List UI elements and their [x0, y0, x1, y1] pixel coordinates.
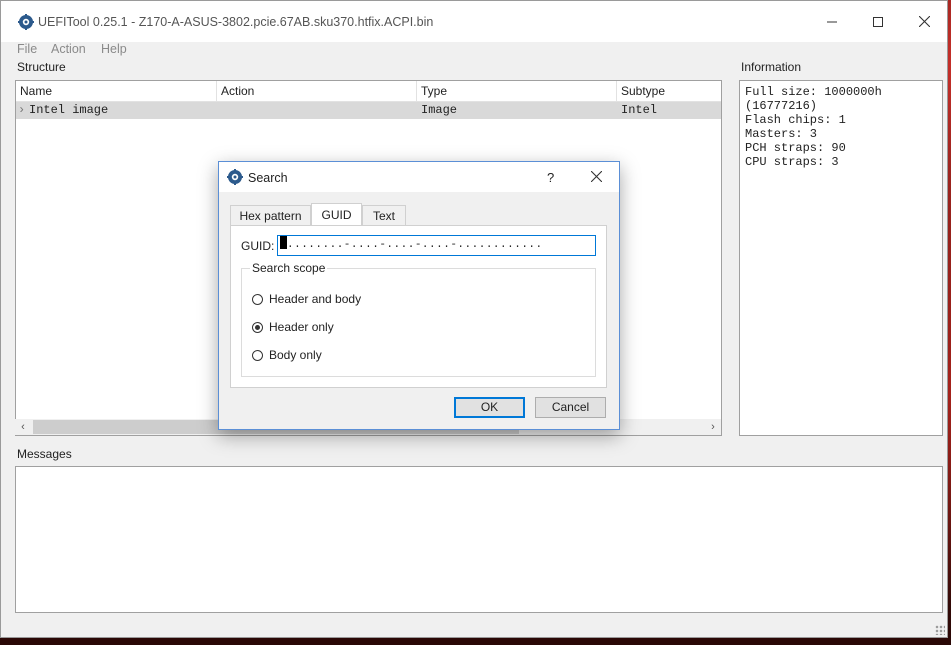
info-line: Masters: 3	[745, 127, 818, 141]
dialog-title-bar[interactable]: Search ?	[219, 162, 619, 192]
info-line: PCH straps: 90	[745, 141, 846, 155]
ok-button[interactable]: OK	[454, 397, 525, 418]
information-label: Information	[741, 60, 802, 74]
menu-bar: File Action Help	[1, 42, 947, 60]
column-header-subtype[interactable]: Subtype	[617, 81, 722, 101]
info-line: Flash chips: 1	[745, 113, 846, 127]
guid-input[interactable]: ........-....-....-....-............	[277, 235, 596, 256]
title-bar[interactable]: UEFITool 0.25.1 - Z170-A-ASUS-3802.pcie.…	[1, 1, 947, 42]
tree-header: Name Action Type Subtype	[16, 81, 721, 102]
help-icon[interactable]: ?	[547, 170, 554, 185]
search-dialog: Search ? Hex pattern GUID Text GUID: ...…	[218, 161, 620, 430]
info-line: Full size: 1000000h	[745, 85, 882, 99]
structure-label: Structure	[17, 60, 66, 74]
tab-hex-pattern[interactable]: Hex pattern	[230, 205, 311, 225]
uefitool-icon	[227, 169, 243, 185]
maximize-icon	[873, 16, 883, 27]
tab-guid[interactable]: GUID	[311, 203, 362, 226]
guid-label: GUID:	[241, 239, 275, 253]
close-button[interactable]	[901, 1, 947, 42]
guid-tab-panel: GUID: ........-....-....-....-..........…	[230, 225, 607, 388]
tree-row[interactable]: › Intel image Image Intel	[16, 102, 721, 119]
messages-panel[interactable]	[15, 466, 943, 613]
close-icon	[918, 16, 930, 27]
search-scope-group: Search scope Header and body Header only…	[241, 261, 596, 377]
expand-chevron-icon[interactable]: ›	[18, 102, 25, 119]
menu-file[interactable]: File	[17, 42, 37, 56]
radio-button-checked[interactable]	[252, 321, 263, 333]
dialog-title: Search	[248, 171, 288, 185]
tab-text[interactable]: Text	[362, 205, 406, 225]
info-line: CPU straps: 3	[745, 155, 839, 169]
radio-button[interactable]	[252, 293, 263, 305]
radio-body-only[interactable]: Body only	[252, 347, 322, 363]
minimize-icon	[827, 21, 837, 22]
radio-button[interactable]	[252, 349, 263, 361]
tree-cell-subtype: Intel	[621, 103, 658, 117]
search-scope-label: Search scope	[250, 261, 328, 275]
cancel-button[interactable]: Cancel	[535, 397, 606, 418]
column-header-name[interactable]: Name	[16, 81, 217, 101]
radio-label: Header and body	[269, 292, 362, 306]
window-title: UEFITool 0.25.1 - Z170-A-ASUS-3802.pcie.…	[38, 15, 434, 29]
column-header-action[interactable]: Action	[217, 81, 417, 101]
close-icon[interactable]	[591, 171, 602, 182]
information-panel[interactable]: Full size: 1000000h (16777216) Flash chi…	[739, 80, 943, 436]
radio-header-only[interactable]: Header only	[252, 319, 334, 335]
scroll-left-icon[interactable]: ‹	[15, 419, 31, 435]
tree-cell-type: Image	[421, 103, 458, 117]
tree-cell-name: Intel image	[29, 103, 109, 117]
guid-input-value: ........-....-....-....-............	[287, 239, 543, 251]
info-line: (16777216)	[745, 99, 818, 113]
radio-header-and-body[interactable]: Header and body	[252, 291, 361, 307]
text-cursor	[280, 236, 287, 249]
scroll-right-icon[interactable]: ›	[705, 419, 721, 435]
radio-label: Body only	[269, 348, 322, 362]
minimize-button[interactable]	[809, 1, 855, 42]
menu-action[interactable]: Action	[51, 42, 86, 56]
column-header-type[interactable]: Type	[417, 81, 617, 101]
menu-help[interactable]: Help	[101, 42, 127, 56]
radio-label: Header only	[269, 320, 334, 334]
maximize-button[interactable]	[855, 1, 901, 42]
resize-grip[interactable]	[935, 625, 945, 635]
uefitool-icon	[18, 14, 34, 30]
messages-label: Messages	[17, 447, 72, 461]
